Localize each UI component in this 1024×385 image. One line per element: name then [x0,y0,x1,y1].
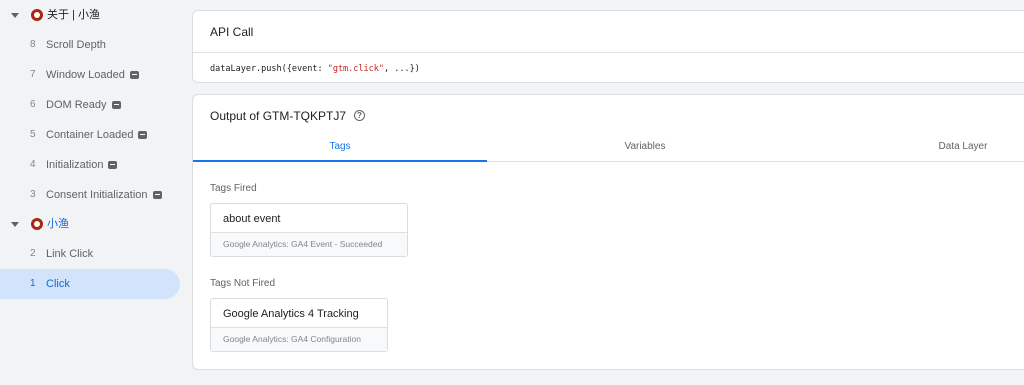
code-icon [129,71,139,79]
help-icon[interactable]: ? [354,110,365,121]
tags-fired-label: Tags Fired [210,183,257,194]
event-item-scroll-depth[interactable]: 8 Scroll Depth [0,30,180,60]
page-group-about[interactable]: 关于 | 小渔 [0,0,184,30]
event-label: Container Loaded [46,128,148,142]
tag-detail: Google Analytics: GA4 Configuration [211,327,387,351]
page-icon [31,218,43,230]
tag-detail: Google Analytics: GA4 Event - Succeeded [211,232,407,256]
tab-tags[interactable]: Tags [193,132,487,162]
code-icon [108,161,118,169]
sidebar: 关于 | 小渔 8 Scroll Depth 7 Window Loaded 6… [0,0,184,385]
event-item-dom-ready[interactable]: 6 DOM Ready [0,90,180,120]
active-tab-indicator [193,160,487,162]
tag-card-fired[interactable]: about event Google Analytics: GA4 Event … [210,203,408,257]
event-label: Window Loaded [46,68,139,82]
event-number: 4 [30,159,36,170]
event-number: 5 [30,129,36,140]
event-label: Consent Initialization [46,188,162,202]
event-item-window-loaded[interactable]: 7 Window Loaded [0,60,180,90]
tags-not-fired-label: Tags Not Fired [210,278,276,289]
event-label: Link Click [46,248,94,260]
code-icon [138,131,148,139]
page-icon [31,9,43,21]
caret-down-icon[interactable] [11,222,19,227]
event-number: 8 [30,39,36,50]
output-title: Output of GTM-TQKPTJ7 [210,109,347,123]
event-item-consent-initialization[interactable]: 3 Consent Initialization [0,180,180,210]
tag-name: about event [223,213,281,225]
tab-data-layer[interactable]: Data Layer [813,132,1024,162]
event-number: 1 [30,278,36,289]
page-group-xiaoyu[interactable]: 小渔 [0,209,184,239]
event-item-click[interactable]: 1 Click [0,269,180,299]
event-number: 3 [30,189,36,200]
event-label: Scroll Depth [46,39,106,51]
tag-name: Google Analytics 4 Tracking [223,308,359,320]
caret-down-icon[interactable] [11,13,19,18]
api-call-card: API Call dataLayer.push({event: "gtm.cli… [192,10,1024,83]
group-label: 关于 | 小渔 [47,9,100,21]
event-label: Initialization [46,158,118,172]
tab-variables[interactable]: Variables [497,132,793,162]
event-number: 7 [30,69,36,80]
code-icon [111,101,121,109]
event-number: 6 [30,99,36,110]
code-icon [152,191,162,199]
api-call-code: dataLayer.push({event: "gtm.click", ...}… [210,64,420,74]
event-label: DOM Ready [46,98,121,112]
event-item-initialization[interactable]: 4 Initialization [0,150,180,180]
tag-card-not-fired[interactable]: Google Analytics 4 Tracking Google Analy… [210,298,388,352]
event-item-container-loaded[interactable]: 5 Container Loaded [0,120,180,150]
output-tabs: Tags Variables Data Layer [193,132,1024,162]
event-label: Click [46,278,70,290]
event-item-link-click[interactable]: 2 Link Click [0,239,180,269]
event-number: 2 [30,248,36,259]
divider [193,52,1024,53]
output-card: Output of GTM-TQKPTJ7 ? Tags Variables D… [192,94,1024,370]
group-label: 小渔 [47,218,69,230]
api-call-title: API Call [210,25,254,39]
